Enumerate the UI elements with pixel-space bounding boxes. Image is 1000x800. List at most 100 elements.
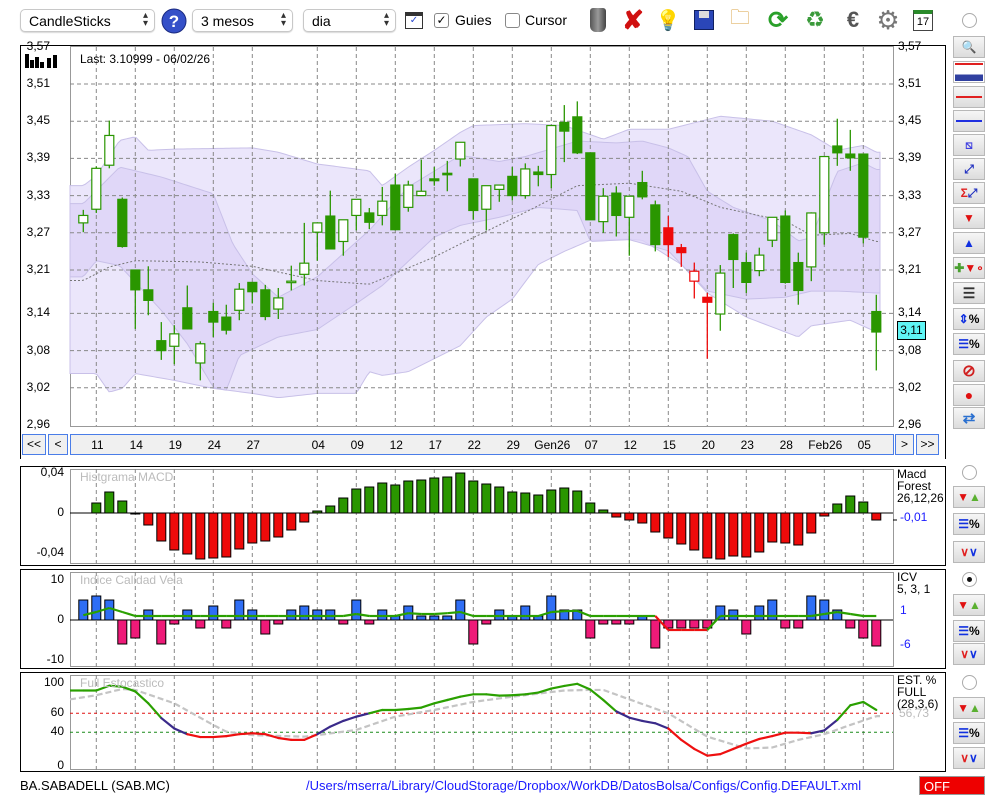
candle-body: [494, 184, 505, 190]
stoch-panel-radio[interactable]: [962, 675, 977, 690]
candle-body: [247, 281, 258, 293]
candle-body: [533, 171, 544, 176]
candle-body: [559, 121, 570, 132]
candle: [780, 210, 791, 284]
x-tick-label: 07: [584, 438, 598, 452]
candle-body: [195, 343, 206, 364]
candle-body: [117, 198, 128, 248]
macd-bar: [208, 512, 219, 559]
crossover-curve-icon[interactable]: ∨ ∨: [953, 747, 985, 769]
stoch-k-segment: [173, 727, 189, 736]
icv-bar: [299, 605, 310, 621]
macd-bar: [650, 512, 661, 533]
candle-body: [741, 261, 752, 283]
candle: [104, 120, 115, 169]
icv-bar: [91, 595, 102, 621]
nav-last-button[interactable]: >>: [916, 434, 939, 455]
x-tick-label: 04: [311, 438, 325, 452]
candle-body: [546, 124, 557, 176]
macd-bar: [234, 512, 245, 550]
stoch-k-segment: [511, 693, 527, 697]
stoch-k-segment: [251, 732, 267, 736]
macd-bar: [403, 480, 414, 514]
nav-prev-button[interactable]: <: [48, 434, 68, 455]
y-tick-label: 3,02: [898, 379, 922, 394]
icv-signal-segment: [551, 610, 565, 614]
candle-body: [624, 195, 635, 218]
macd-title: Histgrama MACD: [80, 470, 174, 484]
crossover-curve-icon[interactable]: ∨ ∨: [953, 643, 985, 665]
macd-bar: [702, 512, 713, 559]
macd-bar: [572, 490, 583, 514]
macd-bar: [182, 512, 193, 555]
macd-bar: [195, 512, 206, 560]
icv-signal-readout: 1: [900, 603, 907, 617]
y-tick-label: 3,39: [26, 150, 50, 165]
icv-bar: [858, 619, 869, 639]
icv-bar: [520, 605, 531, 621]
stoch-k-segment: [641, 719, 657, 725]
icv-y-tick: 0: [57, 612, 64, 626]
x-tick-label: Feb26: [808, 438, 843, 452]
icv-bar: [793, 619, 804, 629]
stoch-k-segment: [576, 682, 592, 691]
macd-bar: [104, 491, 115, 514]
macd-panel-radio[interactable]: [962, 465, 977, 480]
level-percent-icon[interactable]: ☰%: [953, 513, 985, 535]
candle-body: [598, 195, 609, 223]
icv-legend: ICV 5, 3, 1: [897, 571, 930, 595]
macd-bar: [754, 512, 765, 553]
level-percent-icon[interactable]: ☰%: [953, 620, 985, 642]
stoch-y-tick: 100: [43, 675, 64, 690]
candle-body: [715, 272, 726, 315]
candle: [520, 163, 531, 199]
stoch-k-segment: [485, 693, 501, 697]
y-tick-label: 3,21: [26, 262, 50, 276]
candle-body: [780, 215, 791, 283]
icv-panel-radio[interactable]: [962, 572, 977, 587]
crossover-curve-icon[interactable]: ∨ ∨: [953, 541, 985, 563]
macd-bar: [117, 500, 128, 514]
icv-title: Indice Calidad Vela: [80, 573, 183, 587]
candle-body: [130, 269, 141, 291]
y-tick-label: 3,51: [898, 76, 922, 90]
stoch-k-segment: [771, 731, 787, 738]
signal-arrows-icon[interactable]: ▼ ▲: [953, 697, 985, 719]
icv-bar: [468, 619, 479, 645]
x-tick-label: 19: [168, 438, 182, 452]
candle-body: [637, 181, 648, 198]
stoch-readout: 56,73: [899, 706, 930, 720]
macd-bar: [611, 512, 622, 518]
icv-bar: [624, 619, 635, 625]
candle: [819, 155, 830, 245]
x-tick-label: 24: [207, 438, 221, 452]
date-axis-scrollbar[interactable]: 11 14 19 24 27 04 09 12 17 22 29 Gen26 07 12 15 20 23 28 F…: [70, 434, 894, 455]
signal-arrows-icon[interactable]: ▼ ▲: [953, 486, 985, 508]
icv-y-tick: -10: [46, 652, 64, 666]
bar-chart-logo-icon: [25, 52, 59, 71]
candle-body: [429, 178, 440, 182]
y-tick-label: 3,57: [898, 38, 922, 53]
y-tick-label: 3,45: [898, 113, 922, 128]
macd-bar: [143, 512, 154, 526]
icv-bar: [819, 599, 830, 621]
candle-body: [156, 340, 167, 352]
nav-next-button[interactable]: >: [895, 434, 914, 455]
stoch-y-tick: 0: [57, 758, 64, 773]
level-percent-icon[interactable]: ☰%: [953, 722, 985, 744]
config-path-link[interactable]: /Users/mserra/Library/CloudStorage/Dropb…: [306, 778, 861, 793]
candle: [260, 284, 271, 321]
macd-bar: [351, 488, 362, 514]
icv-signal-segment: [408, 612, 422, 616]
nav-first-button[interactable]: <<: [22, 434, 46, 455]
candle-body: [572, 116, 583, 154]
y-tick-label: 3,21: [898, 262, 922, 276]
stoch-k-segment: [446, 695, 462, 702]
symbol-label: BA.SABADELL (SAB.MC): [20, 778, 170, 793]
status-off-indicator[interactable]: OFF: [919, 776, 985, 795]
macd-bar: [741, 512, 752, 558]
stoch-legend: EST. % FULL (28,3,6): [897, 674, 938, 710]
signal-arrows-icon[interactable]: ▼ ▲: [953, 594, 985, 616]
candle-body: [507, 175, 518, 197]
stoch-k-segment: [277, 736, 293, 742]
